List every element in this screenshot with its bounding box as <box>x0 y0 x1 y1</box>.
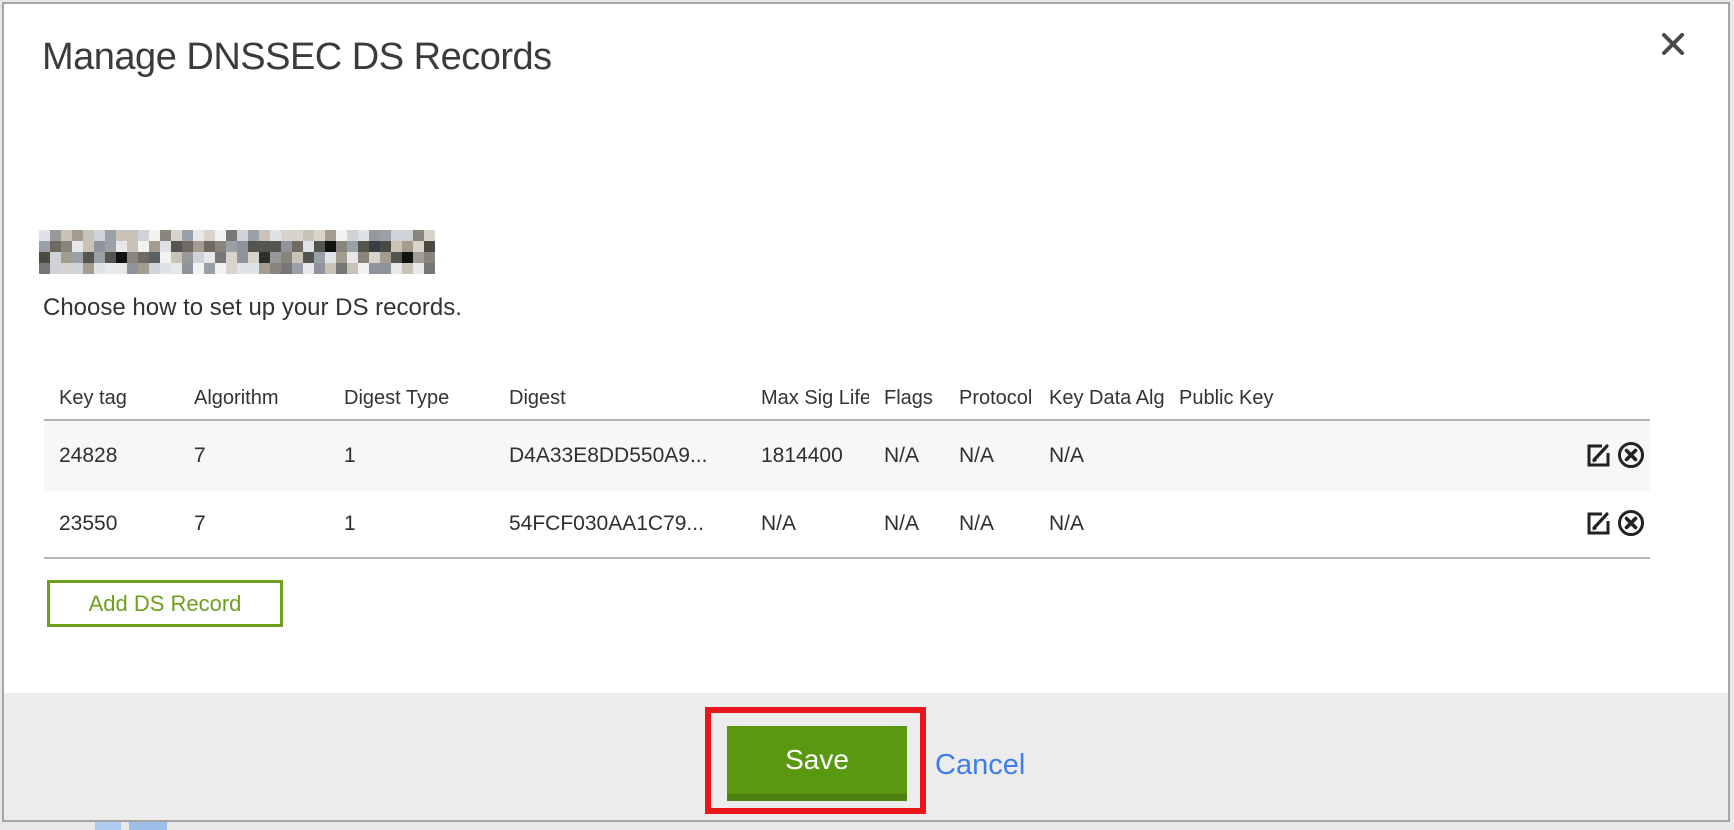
delete-icon <box>1616 440 1646 473</box>
column-header-max-sig-life: Max Sig Life <box>746 387 869 410</box>
table-header-row: Key tag Algorithm Digest Type Digest Max… <box>44 377 1650 421</box>
cell-flags: N/A <box>869 512 944 536</box>
column-header-key-data-alg: Key Data Alg <box>1034 387 1164 410</box>
cell-protocol: N/A <box>944 512 1034 536</box>
cell-digest: 54FCF030AA1C79... <box>494 512 746 536</box>
cell-digest-type: 1 <box>329 512 494 536</box>
manage-dnssec-dialog: Manage DNSSEC DS Records Choose how to s… <box>2 2 1730 822</box>
cell-flags: N/A <box>869 444 944 468</box>
instruction-text: Choose how to set up your DS records. <box>43 294 462 322</box>
cell-key-data-alg: N/A <box>1034 444 1164 468</box>
cell-algorithm: 7 <box>179 512 329 536</box>
close-icon <box>1660 31 1686 60</box>
cell-key-tag: 23550 <box>44 512 179 536</box>
table-row: 23550 7 1 54FCF030AA1C79... N/A N/A N/A … <box>44 491 1650 559</box>
column-header-key-tag: Key tag <box>44 387 179 410</box>
cell-protocol: N/A <box>944 444 1034 468</box>
close-button[interactable] <box>1658 30 1688 60</box>
underlying-page-fragment <box>129 822 167 830</box>
table-row: 24828 7 1 D4A33E8DD550A9... 1814400 N/A … <box>44 421 1650 491</box>
column-header-digest-type: Digest Type <box>329 387 494 410</box>
edit-record-button[interactable] <box>1582 508 1614 540</box>
underlying-page-fragment <box>95 822 121 830</box>
cancel-link[interactable]: Cancel <box>935 749 1025 782</box>
dialog-title: Manage DNSSEC DS Records <box>42 36 552 79</box>
delete-record-button[interactable] <box>1615 440 1647 472</box>
ds-records-table: Key tag Algorithm Digest Type Digest Max… <box>44 377 1650 559</box>
column-header-public-key: Public Key <box>1164 387 1554 410</box>
cell-key-data-alg: N/A <box>1034 512 1164 536</box>
cell-digest-type: 1 <box>329 444 494 468</box>
edit-record-button[interactable] <box>1582 440 1614 472</box>
cell-algorithm: 7 <box>179 444 329 468</box>
edit-icon <box>1583 440 1613 473</box>
column-header-flags: Flags <box>869 387 944 410</box>
column-header-protocol: Protocol <box>944 387 1034 410</box>
edit-icon <box>1583 508 1613 541</box>
cell-max-sig-life: 1814400 <box>746 444 869 468</box>
delete-icon <box>1616 508 1646 541</box>
save-button[interactable]: Save <box>727 726 907 801</box>
column-header-digest: Digest <box>494 387 746 410</box>
cell-max-sig-life: N/A <box>746 512 869 536</box>
column-header-algorithm: Algorithm <box>179 387 329 410</box>
redacted-domain-name <box>39 230 435 274</box>
delete-record-button[interactable] <box>1615 508 1647 540</box>
cell-digest: D4A33E8DD550A9... <box>494 444 746 468</box>
cell-key-tag: 24828 <box>44 444 179 468</box>
add-ds-record-button[interactable]: Add DS Record <box>47 580 283 627</box>
